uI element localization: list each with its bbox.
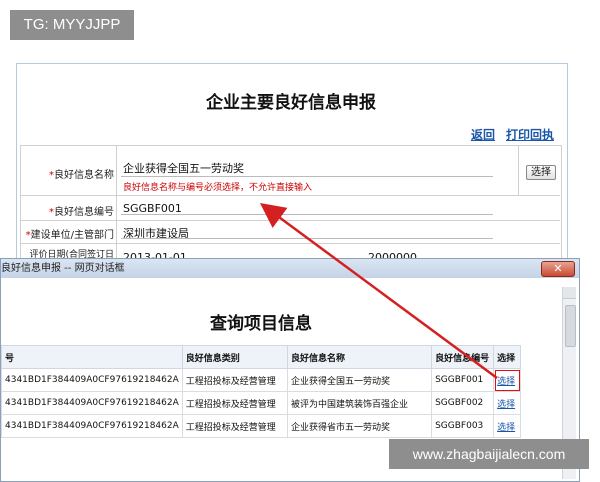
annotation-arrow-icon bbox=[259, 203, 498, 380]
watermark-bottom: www.zhagbaijialecn.com bbox=[389, 439, 589, 469]
